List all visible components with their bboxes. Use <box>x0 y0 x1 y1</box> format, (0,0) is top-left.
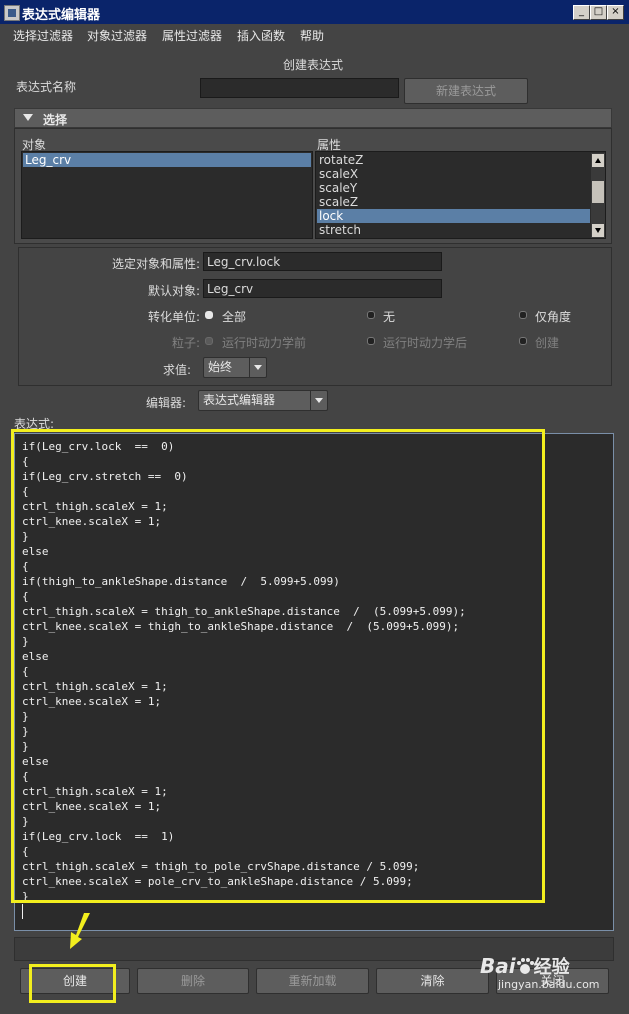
particle-create-label: 创建 <box>535 336 560 350</box>
editor-label: 编辑器: <box>146 396 187 410</box>
convert-none-radio[interactable] <box>367 311 375 319</box>
new-expression-button[interactable]: 新建表达式 <box>404 78 528 104</box>
app-icon <box>4 5 20 21</box>
convert-units-label: 转化单位: <box>148 310 201 324</box>
particle-after-label: 运行时动力学后 <box>383 336 468 350</box>
evaluate-label: 求值: <box>163 363 192 377</box>
selected-attr-field[interactable]: Leg_crv.lock <box>203 252 442 271</box>
attribute-item[interactable]: scaleX <box>317 167 590 181</box>
maximize-button[interactable]: □ <box>590 5 607 20</box>
convert-none-label: 无 <box>383 310 396 324</box>
code-highlight-box <box>11 429 545 903</box>
selection-header-label: 选择 <box>43 113 68 127</box>
minimize-button[interactable]: _ <box>573 5 590 20</box>
title-bar: 表达式编辑器 _ □ × <box>0 0 629 25</box>
reload-button[interactable]: 重新加载 <box>256 968 369 994</box>
particle-after-radio[interactable] <box>367 337 375 345</box>
attribute-item[interactable]: scaleZ <box>317 195 590 209</box>
default-object-field[interactable]: Leg_crv <box>203 279 442 298</box>
paw-icon <box>516 958 534 974</box>
attribute-item-selected[interactable]: lock <box>317 209 590 223</box>
expression-name-input[interactable] <box>200 78 399 98</box>
clear-button[interactable]: 清除 <box>376 968 489 994</box>
arrow-up-icon <box>595 158 601 163</box>
objects-list[interactable]: Leg_crv <box>21 151 313 239</box>
chevron-down-icon <box>249 358 266 377</box>
particle-label: 粒子: <box>172 336 201 350</box>
scroll-up-button[interactable] <box>592 154 604 167</box>
editor-value: 表达式编辑器 <box>203 393 276 407</box>
particle-before-radio[interactable] <box>205 337 213 345</box>
selected-attr-label: 选定对象和属性: <box>112 257 201 271</box>
collapse-arrow-icon <box>23 114 33 121</box>
chevron-down-icon <box>310 391 327 410</box>
menu-bar: 选择过滤器 对象过滤器 属性过滤器 插入函数 帮助 <box>0 24 629 46</box>
convert-all-radio[interactable] <box>205 311 213 319</box>
window-title: 表达式编辑器 <box>22 8 101 23</box>
evaluate-value: 始终 <box>208 360 233 374</box>
watermark-logo: Bai 经验 <box>480 954 570 978</box>
evaluate-select[interactable]: 始终 <box>203 357 267 378</box>
create-highlight-box <box>29 964 116 1003</box>
menu-help[interactable]: 帮助 <box>300 27 324 44</box>
expression-name-label: 表达式名称 <box>16 80 77 94</box>
attribute-item[interactable]: rotateZ <box>317 153 590 167</box>
default-object-label: 默认对象: <box>148 284 201 298</box>
scroll-thumb[interactable] <box>592 181 604 203</box>
menu-object-filter[interactable]: 对象过滤器 <box>87 27 147 44</box>
particle-create-radio[interactable] <box>519 337 527 345</box>
object-item-leg-crv[interactable]: Leg_crv <box>23 153 311 167</box>
menu-attribute-filter[interactable]: 属性过滤器 <box>162 27 222 44</box>
particle-before-label: 运行时动力学前 <box>222 336 307 350</box>
mode-title: 创建表达式 <box>283 58 344 72</box>
convert-angular-radio[interactable] <box>519 311 527 319</box>
annotation-arrow-icon <box>70 913 90 949</box>
editor-select[interactable]: 表达式编辑器 <box>198 390 328 411</box>
watermark-url: jingyan.baidu.com <box>498 978 600 991</box>
menu-select-filter[interactable]: 选择过滤器 <box>13 27 73 44</box>
attribute-item[interactable]: stretch <box>317 223 590 237</box>
convert-all-label: 全部 <box>222 310 247 324</box>
close-window-button[interactable]: × <box>607 5 624 20</box>
attribute-item[interactable]: scaleY <box>317 181 590 195</box>
convert-angular-label: 仅角度 <box>535 310 572 324</box>
selection-section-header[interactable]: 选择 <box>14 108 612 128</box>
text-cursor <box>22 904 23 919</box>
delete-button[interactable]: 删除 <box>137 968 249 994</box>
menu-insert-function[interactable]: 插入函数 <box>237 27 285 44</box>
arrow-down-icon <box>595 228 601 233</box>
scroll-down-button[interactable] <box>592 224 604 237</box>
attributes-scrollbar[interactable] <box>591 153 605 238</box>
attributes-list[interactable]: rotateZ scaleX scaleY scaleZ lock stretc… <box>315 151 606 239</box>
